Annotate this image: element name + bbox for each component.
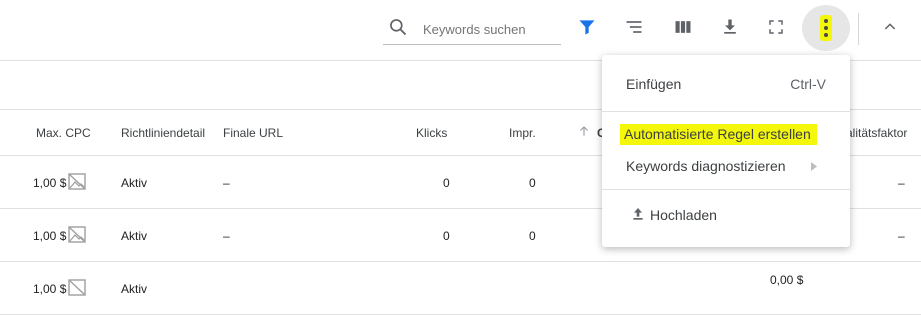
menu-item-diagnose-keywords[interactable]: Keywords diagnostizieren: [602, 151, 850, 181]
columns-button[interactable]: [668, 12, 698, 42]
cell-clicks: 0: [443, 176, 450, 190]
cell-final-url: –: [223, 229, 230, 243]
paste-shortcut: Ctrl-V: [790, 76, 826, 92]
header-final-url[interactable]: Finale URL: [223, 126, 283, 140]
cell-final-url: –: [223, 176, 230, 190]
menu-item-upload-label: Hochladen: [650, 207, 717, 223]
header-quality-score[interactable]: alitätsfaktor: [846, 126, 907, 140]
fullscreen-icon: [769, 20, 783, 34]
header-impressions[interactable]: Impr.: [509, 126, 536, 140]
table-row[interactable]: 1,00 $ Aktiv 0,00 $: [0, 262, 921, 315]
sort-arrow-up-icon[interactable]: [577, 124, 591, 141]
download-button[interactable]: [715, 12, 745, 42]
submenu-arrow-icon: [811, 162, 817, 171]
header-policy-details[interactable]: Richtliniendetail: [121, 126, 205, 140]
cell-quality: –: [898, 176, 905, 190]
cell-max-cpc[interactable]: 1,00 $: [33, 282, 66, 296]
cell-impressions: 0: [529, 176, 536, 190]
cell-clicks: 0: [443, 229, 450, 243]
cell-impressions: 0: [529, 229, 536, 243]
keyword-search[interactable]: Keywords suchen: [383, 8, 561, 45]
header-max-cpc[interactable]: Max. CPC: [36, 126, 91, 140]
menu-item-upload[interactable]: Hochladen: [602, 200, 850, 230]
menu-divider: [602, 111, 850, 112]
collapse-button[interactable]: [875, 12, 905, 42]
menu-item-paste[interactable]: Einfügen Ctrl-V: [602, 69, 850, 99]
fullscreen-button[interactable]: [761, 12, 791, 42]
cell-max-cpc[interactable]: 1,00 $: [33, 176, 66, 190]
cell-policy: Aktiv: [121, 282, 148, 296]
cell-max-cpc[interactable]: 1,00 $: [33, 229, 66, 243]
menu-item-create-automated-rule[interactable]: Automatisierte Regel erstellen: [602, 119, 850, 149]
filter-button[interactable]: [572, 12, 602, 42]
segment-icon: [626, 21, 642, 33]
upload-icon: [633, 208, 643, 220]
cell-cost: 0,00 $: [770, 273, 804, 287]
header-clicks[interactable]: Klicks: [416, 126, 447, 140]
filter-icon: [579, 20, 595, 35]
cell-quality: –: [898, 229, 905, 243]
more-vert-icon: [820, 15, 832, 41]
menu-divider: [602, 189, 850, 190]
cell-policy: Aktiv: [121, 176, 148, 190]
segment-button[interactable]: [619, 12, 649, 42]
no-image-icon: [68, 173, 86, 190]
search-placeholder: Keywords suchen: [423, 22, 526, 37]
columns-icon: [675, 21, 691, 33]
toolbar-divider: [858, 13, 859, 45]
menu-item-create-rule-label: Automatisierte Regel erstellen: [620, 124, 817, 145]
cell-policy: Aktiv: [121, 229, 148, 243]
no-image-icon: [68, 279, 86, 296]
more-options-button[interactable]: [802, 5, 850, 51]
toolbar: Keywords suchen: [0, 0, 921, 61]
menu-item-diagnose-label: Keywords diagnostizieren: [626, 158, 786, 174]
menu-item-paste-label: Einfügen: [626, 76, 682, 92]
more-options-menu: Einfügen Ctrl-V Automatisierte Regel ers…: [602, 55, 850, 247]
download-icon: [724, 19, 736, 34]
chevron-up-icon: [884, 23, 896, 30]
no-image-icon: [68, 226, 86, 243]
search-icon: [390, 19, 407, 36]
